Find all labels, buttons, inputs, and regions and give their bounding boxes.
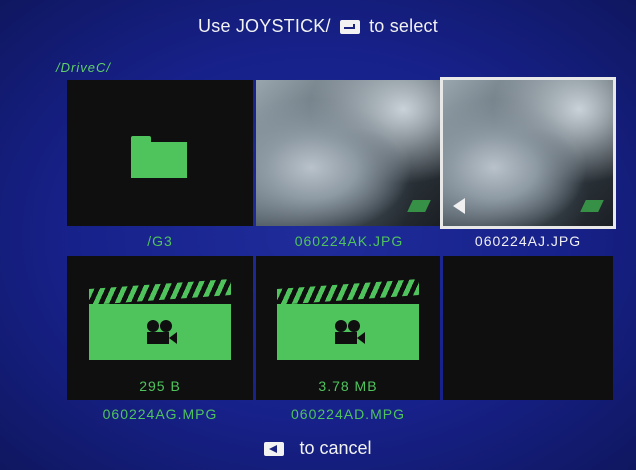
file-browser-screen: Use JOYSTICK/ to select /DriveC/ /G3 060… (0, 0, 636, 470)
video-clapboard-icon (277, 279, 419, 360)
file-size-label: 3.78 MB (318, 378, 378, 394)
instruction-header: Use JOYSTICK/ to select (0, 16, 636, 37)
movie-camera-icon (145, 320, 177, 346)
speaker-icon (453, 198, 465, 214)
video-clapboard-icon (89, 279, 231, 360)
file-tile-video-060224ag[interactable]: 295 B (67, 256, 253, 400)
file-tile-folder-g3[interactable] (67, 80, 253, 226)
movie-camera-icon (333, 320, 365, 346)
file-name-label: 060224AK.JPG (294, 233, 404, 249)
cancel-label: to cancel (299, 438, 372, 458)
file-name-label: /G3 (147, 233, 173, 249)
file-name-label: 060224AG.MPG (102, 406, 218, 422)
image-thumbnail (443, 80, 613, 226)
folder-icon (131, 136, 187, 178)
image-thumbnail (256, 80, 440, 226)
file-tile-image-060224aj[interactable] (440, 77, 616, 229)
empty-tile (443, 256, 613, 400)
file-tile-image-060224ak[interactable] (256, 80, 440, 226)
current-path: /DriveC/ (56, 60, 111, 75)
instruction-prefix: Use JOYSTICK/ (198, 16, 331, 36)
enter-key-icon (339, 20, 360, 34)
cancel-hint: to cancel (0, 438, 636, 459)
file-tile-video-060224ad[interactable]: 3.78 MB (256, 256, 440, 400)
file-size-label: 295 B (139, 378, 181, 394)
file-name-label: 060224AJ.JPG (474, 233, 582, 249)
file-name-label: 060224AD.MPG (291, 406, 405, 422)
back-key-icon (264, 442, 285, 456)
instruction-suffix: to select (369, 16, 438, 36)
